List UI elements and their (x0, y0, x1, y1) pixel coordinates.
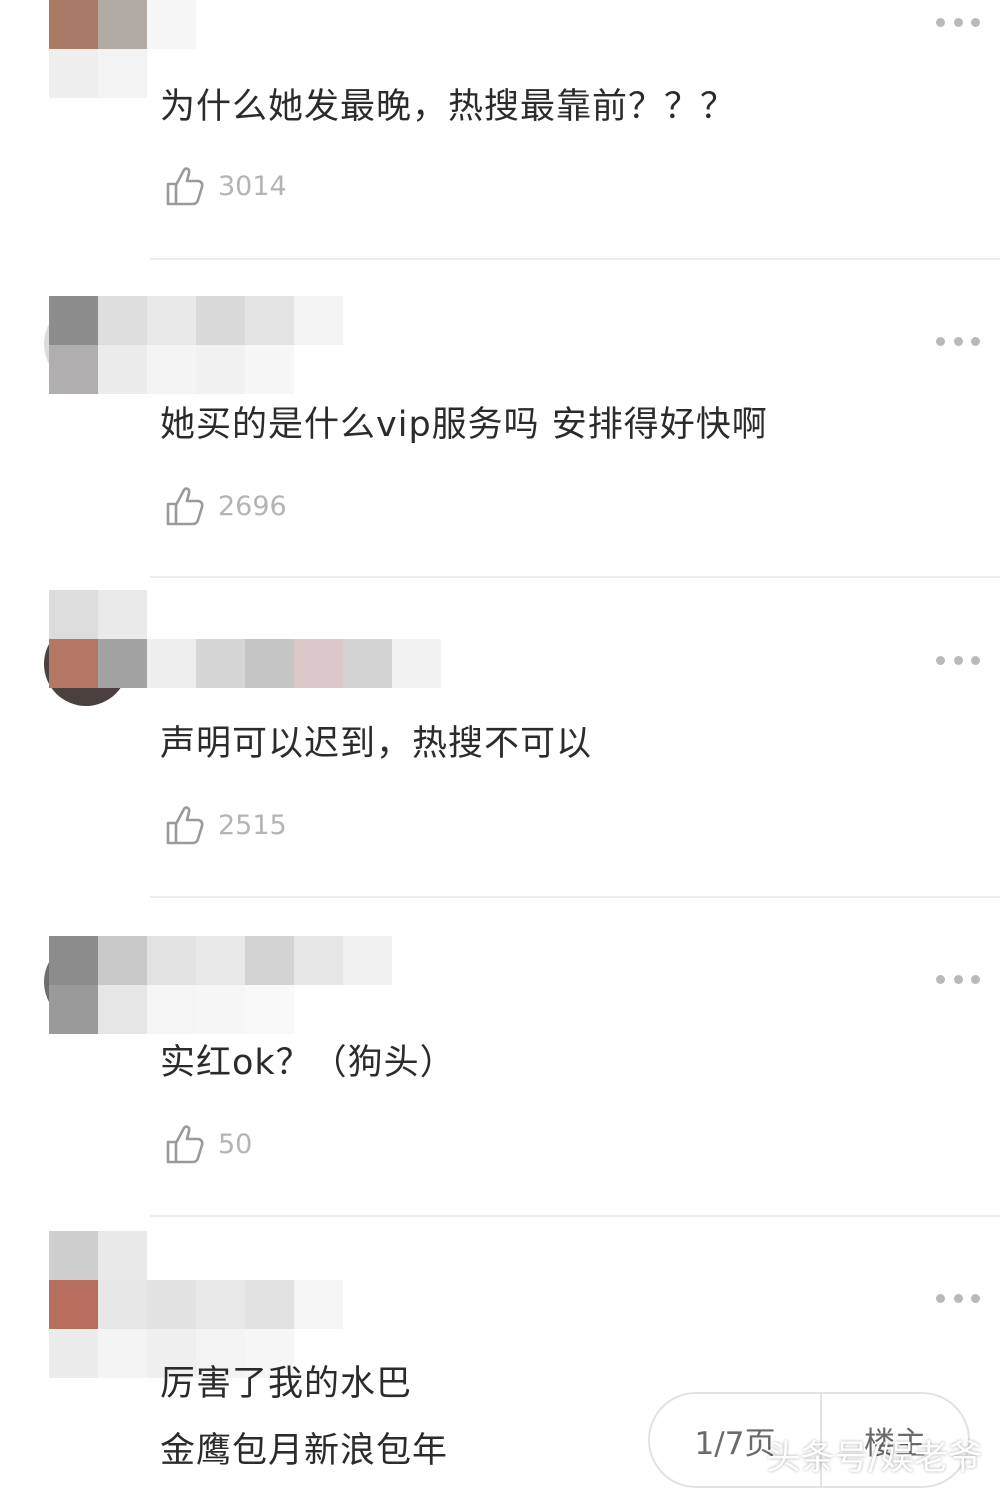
comment-text: 为什么她发最晚，热搜最靠前？？？ (160, 87, 737, 127)
thumbs-up-icon (166, 1125, 204, 1164)
like-count: 2696 (218, 490, 287, 522)
divider (150, 258, 1000, 260)
like-count: 2515 (218, 809, 287, 841)
comment-text: 她买的是什么vip服务吗 安排得好快啊 (160, 405, 768, 445)
divider (150, 896, 1000, 898)
like-button[interactable]: 2515 (162, 803, 287, 847)
like-button[interactable]: 50 (162, 1122, 252, 1166)
comment-text: 厉害了我的水巴 (160, 1364, 413, 1404)
watermark: 头条号/娱老爷 (766, 1438, 982, 1478)
username-redacted (49, 590, 441, 688)
like-count: 3014 (218, 170, 287, 202)
comment-text-line-2: 金鹰包月新浪包年 (160, 1431, 449, 1471)
like-count: 50 (218, 1128, 253, 1160)
username-redacted (49, 936, 392, 1034)
more-options-icon[interactable] (936, 1292, 980, 1304)
more-options-icon[interactable] (936, 654, 980, 666)
thumbs-up-icon (166, 167, 204, 206)
more-options-icon[interactable] (936, 335, 980, 347)
more-options-icon[interactable] (936, 973, 980, 985)
thumbs-up-icon (166, 806, 204, 845)
username-redacted (49, 296, 343, 394)
comment-text: 实红ok？（狗头） (160, 1043, 456, 1083)
like-button[interactable]: 3014 (162, 164, 287, 208)
thumbs-up-icon (166, 487, 204, 526)
divider (150, 576, 1000, 578)
comment-text: 声明可以迟到，热搜不可以 (160, 724, 593, 764)
divider (150, 1215, 1000, 1217)
more-options-icon[interactable] (936, 16, 980, 28)
like-button[interactable]: 2696 (162, 484, 287, 528)
comment-thread: 为什么她发最晚，热搜最靠前？？？ 3014 她买的是什么vip服务吗 安排得好快… (0, 0, 1000, 1496)
